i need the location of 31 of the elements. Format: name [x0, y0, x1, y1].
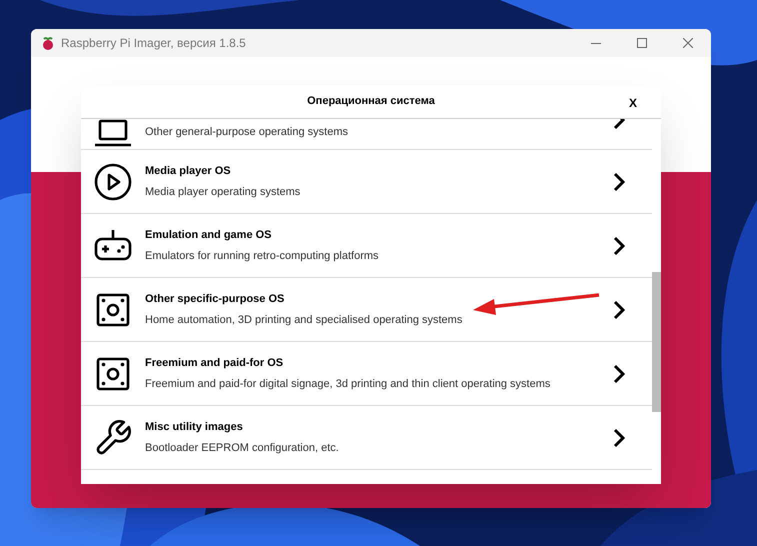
os-list-item[interactable]: Media player OS Media player operating systems	[81, 150, 652, 214]
os-description: Bootloader EEPROM configuration, etc.	[145, 441, 339, 456]
os-title: Other specific-purpose OS	[145, 292, 284, 306]
os-list-item[interactable]: Misc utility images Bootloader EEPROM configuration, etc.	[81, 406, 652, 470]
os-description: Emulators for running retro-computing platforms	[145, 249, 379, 264]
os-title: Media player OS	[145, 164, 231, 178]
raspberry-icon	[41, 35, 55, 51]
scrollbar-thumb[interactable]	[652, 272, 661, 412]
chevron-right-icon	[612, 426, 626, 448]
os-description: Media player operating systems	[145, 185, 300, 200]
chevron-right-icon	[612, 298, 626, 320]
os-description: Other general-purpose operating systems	[145, 124, 348, 140]
dialog-close-button[interactable]: X	[628, 94, 637, 112]
os-list-item[interactable]: Other general-purpose operating systems	[81, 119, 652, 150]
os-title: Emulation and game OS	[145, 228, 272, 242]
dialog-title: Операционная система	[307, 94, 435, 110]
chevron-right-icon	[612, 362, 626, 384]
os-title: Freemium and paid-for OS	[145, 356, 284, 370]
minimize-icon	[591, 42, 601, 44]
close-icon	[683, 38, 693, 48]
os-list-item[interactable]: Freemium and paid-for OS Freemium and paid-for digital signage, 3d printing and thin client operating systems	[81, 342, 652, 406]
laptop-icon	[93, 119, 133, 149]
os-description: Home automation, 3D printing and specialised operating systems	[145, 313, 462, 328]
play-icon	[93, 162, 133, 202]
os-description: Freemium and paid-for digital signage, 3d printing and thin client operating systems	[145, 377, 550, 392]
chevron-right-icon	[612, 234, 626, 256]
chevron-right-icon	[612, 170, 626, 192]
window-title: Raspberry Pi Imager, версия 1.8.5	[61, 35, 246, 52]
os-list-item[interactable]: Emulation and game OS Emulators for running retro-computing platforms	[81, 214, 652, 278]
maximize-icon	[637, 38, 647, 48]
os-title: Misc utility images	[145, 420, 243, 434]
